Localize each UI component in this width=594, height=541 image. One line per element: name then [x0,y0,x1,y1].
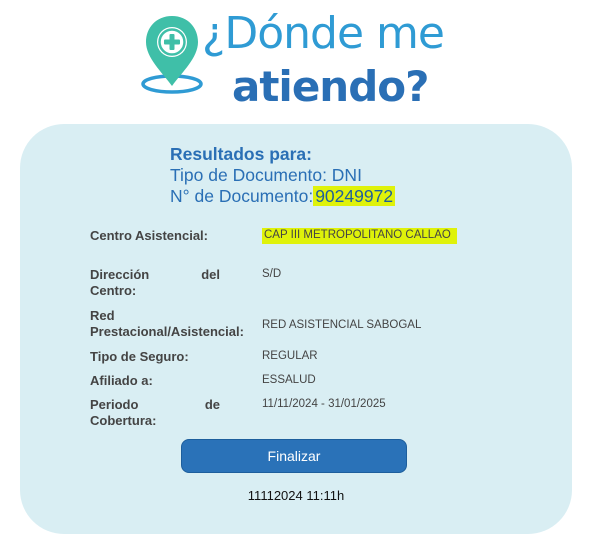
periodo-label: Periodo de Cobertura: [90,397,220,428]
document-number: 90249972 [313,186,396,206]
red-label: Red Prestacional/Asistencial: [90,308,244,339]
document-type: Tipo de Documento: DNI [170,165,362,185]
document-number-label: N° de Documento: [170,186,314,206]
periodo-value: 11/11/2024 - 31/01/2025 [262,398,386,410]
document-number-line: N° de Documento: 90249972 [170,186,396,207]
page-title-line2: atiendo? [232,62,429,111]
direccion-value: S/D [262,268,282,280]
location-pin-plus-icon [141,16,203,94]
finalize-button[interactable]: Finalizar [181,439,407,473]
timestamp: 11112024 11:11h [247,488,345,503]
red-value: RED ASISTENCIAL SABOGAL [262,319,422,331]
afiliado-value: ESSALUD [262,374,316,386]
centro-value: CAP III METROPOLITANO CALLAO [262,228,457,244]
page-title-line1: ¿Dónde me [202,8,445,59]
seguro-label: Tipo de Seguro: [90,349,189,364]
direccion-label: Dirección del Centro: [90,267,220,298]
seguro-value: REGULAR [262,350,318,362]
results-card: Resultados para: Tipo de Documento: DNI … [20,124,572,534]
header: ¿Dónde me atiendo? [0,0,594,120]
afiliado-label: Afiliado a: [90,373,153,388]
results-summary: Resultados para: Tipo de Documento: DNI … [170,144,396,207]
centro-label: Centro Asistencial: [90,228,208,243]
results-heading: Resultados para: [170,144,312,164]
